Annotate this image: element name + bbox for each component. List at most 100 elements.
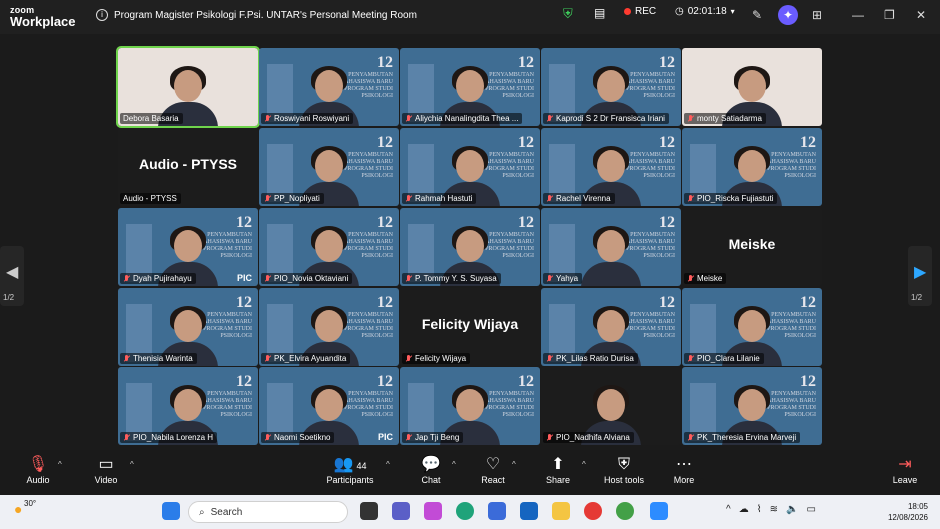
chat-options-caret[interactable]: ^ <box>452 460 456 469</box>
video-button[interactable]: ▭ Video <box>92 455 120 485</box>
share-button[interactable]: ⬆ Share <box>544 455 572 485</box>
meeting-timer[interactable]: ◷ 02:01:18 ▾ <box>675 6 735 17</box>
chevron-up-icon: ^ <box>726 504 739 515</box>
meeting-title: Program Magister Psikologi F.Psi. UNTAR'… <box>114 9 417 21</box>
mic-muted-icon <box>405 355 412 362</box>
more-icon: ⋯ <box>676 456 692 473</box>
participant-tile[interactable]: 12 PENYAMBUTAN MAHASISWA BARU PROGRAM STUDI… <box>118 367 258 445</box>
meeting-info[interactable]: i Program Magister Psikologi F.Psi. UNTA… <box>96 9 417 21</box>
participant-name-label: Audio - PTYSS <box>120 193 181 204</box>
mic-muted-icon <box>264 355 271 362</box>
chrome-profile-icon[interactable] <box>616 502 634 520</box>
ai-companion-icon[interactable]: ✦ <box>778 5 798 25</box>
participant-tile[interactable]: 12 PENYAMBUTAN MAHASISWA BARU PROGRAM STUDI… <box>118 288 258 366</box>
participant-tile[interactable]: monty Satiadarma <box>682 48 822 126</box>
react-options-caret[interactable]: ^ <box>512 460 516 469</box>
mic-muted-icon <box>546 434 553 441</box>
participant-tile[interactable]: 12 PENYAMBUTAN MAHASISWA BARU PROGRAM STUDI… <box>541 128 681 206</box>
task-view-icon[interactable] <box>360 502 378 520</box>
video-options-caret[interactable]: ^ <box>130 460 134 469</box>
video-gallery: Debora Basaria 12 PENYAMBUTAN MAHASISWA BAR… <box>0 34 940 450</box>
outlook-icon[interactable] <box>520 502 538 520</box>
share-options-caret[interactable]: ^ <box>582 460 586 469</box>
mic-muted-icon: 🎙 <box>27 456 49 473</box>
participant-tile[interactable]: 12 PENYAMBUTAN MAHASISWA BARU PROGRAM STUDI… <box>541 48 681 126</box>
participant-tile[interactable]: 12 PENYAMBUTAN MAHASISWA BARU PROGRAM STUDI… <box>259 48 399 126</box>
participant-tile[interactable]: 12 PENYAMBUTAN MAHASISWA BARU PROGRAM STUDI… <box>400 128 540 206</box>
participant-tile[interactable]: 12 PENYAMBUTAN MAHASISWA BARU PROGRAM STUDI… <box>259 208 399 286</box>
participant-name-label: PK_Theresia Ervina Marveji <box>684 432 801 443</box>
participant-tile[interactable]: 12 PENYAMBUTAN MAHASISWA BARU PROGRAM STUDI… <box>682 128 822 206</box>
heart-icon: ♡ <box>485 456 501 473</box>
participant-display-name: Meiske <box>728 236 776 252</box>
shield-icon[interactable]: ⛨ <box>563 6 573 22</box>
pic-badge: PIC <box>377 432 393 442</box>
zoom-taskbar-icon[interactable] <box>650 502 668 520</box>
copilot-icon[interactable] <box>424 502 442 520</box>
participant-tile[interactable]: 12 PENYAMBUTAN MAHASISWA BARU PROGRAM STUDI… <box>541 208 681 286</box>
annotate-icon[interactable]: ✎ <box>752 8 762 22</box>
recording-indicator[interactable]: REC <box>624 6 656 17</box>
previous-page-button[interactable]: ◀ 1/2 <box>0 246 24 306</box>
chevron-right-icon: ▶ <box>914 264 927 281</box>
participant-display-name: Felicity Wijaya <box>421 316 519 332</box>
participant-tile[interactable]: PIO_Nadhifa Alviana <box>541 367 681 445</box>
participant-tile[interactable]: Audio - PTYSS Audio - PTYSS <box>118 128 258 206</box>
weather-widget[interactable]: ● 30° <box>14 499 36 517</box>
chat-icon: 💬 <box>421 456 441 473</box>
minimize-icon[interactable]: — <box>852 8 864 22</box>
chevron-left-icon: ◀ <box>6 264 19 281</box>
participant-tile[interactable]: 12 PENYAMBUTAN MAHASISWA BARU PROGRAM STUDI… <box>400 367 540 445</box>
taskbar-clock[interactable]: 18:05 12/08/2026 <box>888 501 928 523</box>
volume-icon: 🔈 <box>785 504 807 515</box>
restore-icon[interactable]: ❐ <box>884 8 895 22</box>
system-tray[interactable]: ^☁⌇≋🔈▭ <box>726 504 824 515</box>
mic-muted-icon <box>687 115 694 122</box>
search-box[interactable]: ⌕ Search <box>188 501 348 523</box>
participant-name-label: PP_Nopliyati <box>261 193 324 204</box>
participants-options-caret[interactable]: ^ <box>386 460 390 469</box>
participant-name-label: PIO_Nabila Lorenza H <box>120 432 218 443</box>
file-explorer-icon[interactable] <box>552 502 570 520</box>
participant-tile[interactable]: 12 PENYAMBUTAN MAHASISWA BARU PROGRAM STUDI… <box>541 288 681 366</box>
participant-tile[interactable]: 12 PENYAMBUTAN MAHASISWA BARU PROGRAM STUDI… <box>400 48 540 126</box>
audio-button[interactable]: 🎙 Audio <box>24 455 52 485</box>
chrome-icon[interactable] <box>584 502 602 520</box>
store-icon[interactable] <box>488 502 506 520</box>
share-screen-icon: ⬆ <box>551 456 565 473</box>
info-icon[interactable]: i <box>96 9 108 21</box>
notes-icon[interactable]: ▤ <box>594 6 605 20</box>
mic-muted-icon <box>546 195 553 202</box>
mic-muted-icon <box>687 434 694 441</box>
chat-button[interactable]: 💬 Chat <box>418 455 444 485</box>
leave-button[interactable]: ⇥ Leave <box>890 455 920 485</box>
participant-tile[interactable]: 12 PENYAMBUTAN MAHASISWA BARU PROGRAM STUDI… <box>118 208 258 286</box>
next-page-button[interactable]: ▶ 1/2 <box>908 246 932 306</box>
participant-name-label: PK_Elvira Ayuandita <box>261 353 351 364</box>
teams-icon[interactable] <box>392 502 410 520</box>
close-icon[interactable]: ✕ <box>916 8 926 22</box>
participant-tile[interactable]: 12 PENYAMBUTAN MAHASISWA BARU PROGRAM STUDI… <box>259 288 399 366</box>
edge-icon[interactable] <box>456 502 474 520</box>
participant-name-label: Rachel Virenna <box>543 193 615 204</box>
participant-tile[interactable]: Felicity Wijaya Felicity Wijaya <box>400 288 540 366</box>
participant-tile[interactable]: 12 PENYAMBUTAN MAHASISWA BARU PROGRAM STUDI… <box>259 367 399 445</box>
react-button[interactable]: ♡ React <box>480 455 506 485</box>
participant-name-label: PIO_Clara Lilanie <box>684 353 764 364</box>
apps-grid-icon[interactable]: ⊞ <box>812 8 822 22</box>
participant-tile[interactable]: 12 PENYAMBUTAN MAHASISWA BARU PROGRAM STUDI… <box>682 288 822 366</box>
participant-tile[interactable]: Debora Basaria <box>116 46 260 128</box>
audio-options-caret[interactable]: ^ <box>58 460 62 469</box>
people-icon: 👥 <box>333 456 354 473</box>
participant-tile[interactable]: 12 PENYAMBUTAN MAHASISWA BARU PROGRAM STUDI… <box>259 128 399 206</box>
onedrive-icon: ☁ <box>738 504 757 515</box>
participant-tile[interactable]: Meiske Meiske <box>682 208 822 286</box>
participant-tile[interactable]: 12 PENYAMBUTAN MAHASISWA BARU PROGRAM STUDI… <box>682 367 822 445</box>
host-tools-button[interactable]: ⛨ Host tools <box>600 455 648 485</box>
participant-name-label: PIO_Riscka Fujiastuti <box>684 193 778 204</box>
mic-muted-icon <box>687 195 694 202</box>
participant-tile[interactable]: 12 PENYAMBUTAN MAHASISWA BARU PROGRAM STUDI… <box>400 208 540 286</box>
windows-start-icon[interactable] <box>162 502 180 520</box>
participants-button[interactable]: 👥 44 Participants <box>324 455 376 485</box>
more-button[interactable]: ⋯ More <box>670 455 698 485</box>
